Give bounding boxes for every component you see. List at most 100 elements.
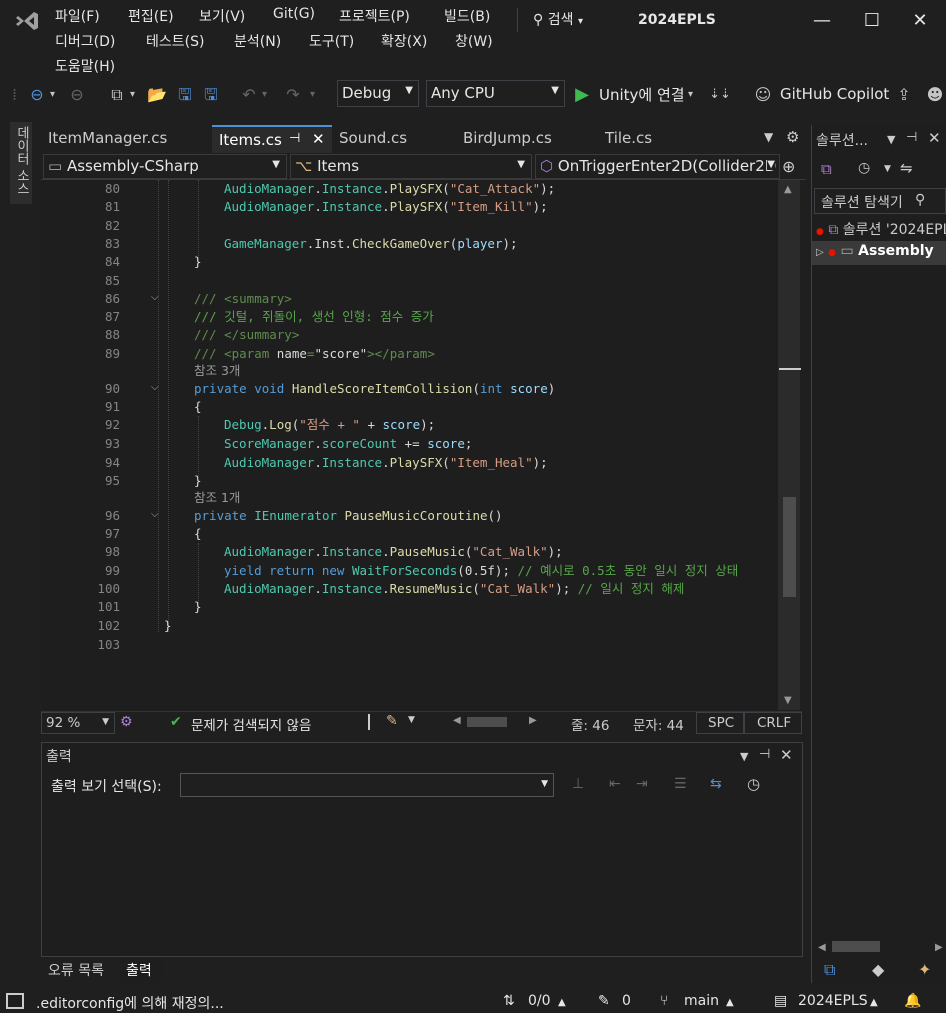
vs-solution-icon[interactable]: ⧉	[821, 160, 832, 178]
menu-debug[interactable]: 디버그(D)	[55, 31, 115, 51]
gear-icon[interactable]: ⚙	[786, 128, 799, 146]
close-icon[interactable]: ✕	[780, 746, 793, 764]
maximize-button[interactable]: ☐	[852, 6, 892, 36]
code-cleanup-icon[interactable]: ✎	[386, 713, 398, 729]
search-icon[interactable]: ⚲	[912, 192, 929, 208]
tree-item-assembly[interactable]: ▷ ● ▭ Assembly	[812, 241, 946, 265]
codelens-references-1[interactable]: 참조 1개	[194, 489, 240, 507]
output-source-dropdown[interactable]: ▼	[180, 773, 554, 797]
tab-list-dropdown-icon[interactable]: ▼	[764, 130, 773, 144]
minimize-button[interactable]: —	[802, 6, 842, 36]
editor-vertical-scrollbar[interactable]	[778, 180, 800, 710]
branch-name[interactable]: main	[684, 993, 719, 1009]
solution-explorer-tab-icon[interactable]: ⧉	[824, 960, 835, 980]
chevron-down-icon[interactable]: ▼	[887, 133, 895, 146]
scroll-left-icon[interactable]: ◀	[818, 942, 826, 953]
edits-count[interactable]: 0	[622, 993, 631, 1009]
search-box[interactable]: ⚲ 검색 ▾	[533, 9, 583, 29]
column-indicator[interactable]: 문자: 44	[633, 714, 684, 734]
previous-message-icon[interactable]: ⇤	[609, 776, 621, 792]
menu-test[interactable]: 테스트(S)	[146, 31, 204, 51]
chevron-down-icon[interactable]: ▼	[884, 164, 891, 174]
member-dropdown[interactable]: ⬡ OnTriggerEnter2D(Collider2D ▼	[535, 154, 780, 179]
tree-item-solution[interactable]: ● ⧉ 솔루션 '2024EPLS'	[816, 219, 946, 239]
scroll-up-icon[interactable]: ▲	[784, 184, 792, 195]
tab-sound[interactable]: Sound.cs	[332, 125, 456, 153]
close-icon[interactable]: ✕	[928, 129, 941, 147]
save-icon[interactable]: 🖫	[174, 84, 196, 106]
bell-icon[interactable]: 🔔	[904, 993, 921, 1009]
tab-output[interactable]: 출력	[120, 958, 162, 982]
menu-tools[interactable]: 도구(T)	[309, 31, 354, 51]
data-sources-tab[interactable]: 데이터 소스	[10, 122, 32, 204]
menu-file[interactable]: 파일(F)	[55, 6, 100, 26]
scroll-down-icon[interactable]: ▼	[784, 695, 792, 706]
menu-analyze[interactable]: 분석(N)	[234, 31, 281, 51]
history-icon[interactable]: ◷	[858, 160, 870, 176]
pin-icon[interactable]: ⊣	[906, 130, 917, 145]
new-project-icon[interactable]: ⧉	[106, 84, 128, 106]
horizontal-scroll-thumb[interactable]	[467, 717, 507, 727]
clock-icon[interactable]: ◷	[747, 775, 760, 793]
clear-all-icon[interactable]: ☰	[674, 776, 687, 792]
find-message-icon[interactable]: ⊥	[572, 776, 584, 792]
project-dropdown[interactable]: ▭ Assembly-CSharp ▼	[43, 154, 287, 179]
share-icon[interactable]: ⇪	[893, 84, 915, 106]
menu-help[interactable]: 도움말(H)	[55, 56, 115, 76]
chevron-up-icon[interactable]: ▲	[870, 997, 878, 1008]
configuration-dropdown[interactable]: Debug ▼	[337, 80, 419, 107]
chevron-down-icon[interactable]: ▾	[50, 84, 55, 106]
forward-icon[interactable]: ⊖	[66, 84, 88, 106]
play-icon[interactable]: ▶	[572, 84, 592, 106]
close-window-button[interactable]: ✕	[900, 6, 940, 36]
tab-tile[interactable]: Tile.cs	[598, 125, 702, 153]
sync-icon[interactable]: ⇋	[900, 159, 913, 177]
intellicode-icon[interactable]: ⚙	[120, 714, 133, 730]
menu-build[interactable]: 빌드(B)	[444, 6, 490, 26]
split-editor-icon[interactable]: ⊕	[782, 157, 795, 176]
codelens-references-3[interactable]: 참조 3개	[194, 362, 240, 380]
changes-count[interactable]: 0/0	[528, 993, 551, 1009]
whitespace-indicator[interactable]: SPC	[696, 712, 744, 734]
chevron-up-icon[interactable]: ▲	[726, 997, 734, 1008]
issues-status[interactable]: 문제가 검색되지 않음	[191, 714, 311, 734]
open-folder-icon[interactable]: 📂	[146, 84, 168, 106]
chevron-up-icon[interactable]: ▲	[558, 997, 566, 1008]
close-icon[interactable]: ✕	[312, 130, 325, 148]
repository-name[interactable]: 2024EPLS	[798, 993, 868, 1009]
tab-itemmanager[interactable]: ItemManager.cs	[41, 125, 211, 153]
menu-window[interactable]: 창(W)	[455, 31, 493, 51]
copilot-label[interactable]: GitHub Copilot	[780, 85, 889, 103]
menu-edit[interactable]: 편집(E)	[128, 6, 174, 26]
run-target-button[interactable]: Unity에 연결	[599, 84, 685, 105]
account-icon[interactable]: ☻	[924, 84, 946, 106]
word-wrap-icon[interactable]: ⇆	[710, 776, 722, 792]
menu-extensions[interactable]: 확장(X)	[381, 31, 427, 51]
hot-reload-icon[interactable]: ⇣⇣	[702, 84, 738, 106]
platform-dropdown[interactable]: Any CPU ▼	[426, 80, 565, 107]
type-dropdown[interactable]: ⌥ Items ▼	[290, 154, 532, 179]
menu-project[interactable]: 프로젝트(P)	[339, 6, 410, 26]
chevron-down-icon[interactable]: ▼	[408, 715, 415, 725]
chevron-down-icon[interactable]: ▾	[130, 84, 135, 106]
scroll-thumb[interactable]	[783, 497, 796, 597]
zoom-dropdown[interactable]: 92 % ▼	[41, 712, 115, 734]
line-indicator[interactable]: 줄: 46	[571, 714, 609, 734]
chevron-down-icon[interactable]: ▾	[688, 84, 693, 106]
undo-icon[interactable]: ↶	[238, 84, 260, 106]
menu-view[interactable]: 보기(V)	[199, 6, 245, 26]
scroll-right-icon[interactable]: ▶	[529, 715, 537, 726]
chevron-down-icon[interactable]: ▼	[740, 750, 748, 763]
save-all-icon[interactable]: 🖫	[200, 84, 222, 106]
tab-items[interactable]: Items.cs ⊣ ✕	[212, 125, 332, 153]
chevron-down-icon[interactable]: ▾	[310, 84, 315, 106]
redo-icon[interactable]: ↷	[282, 84, 304, 106]
scroll-right-icon[interactable]: ▶	[935, 942, 943, 953]
scroll-left-icon[interactable]: ◀	[453, 715, 461, 726]
pin-icon[interactable]: ⊣	[289, 131, 300, 146]
copilot-icon[interactable]: ☺	[752, 84, 774, 106]
chevron-down-icon[interactable]: ▾	[262, 84, 267, 106]
git-changes-icon[interactable]: ◆	[872, 960, 884, 979]
menu-git[interactable]: Git(G)	[273, 6, 315, 22]
pin-icon[interactable]: ⊣	[759, 747, 770, 762]
